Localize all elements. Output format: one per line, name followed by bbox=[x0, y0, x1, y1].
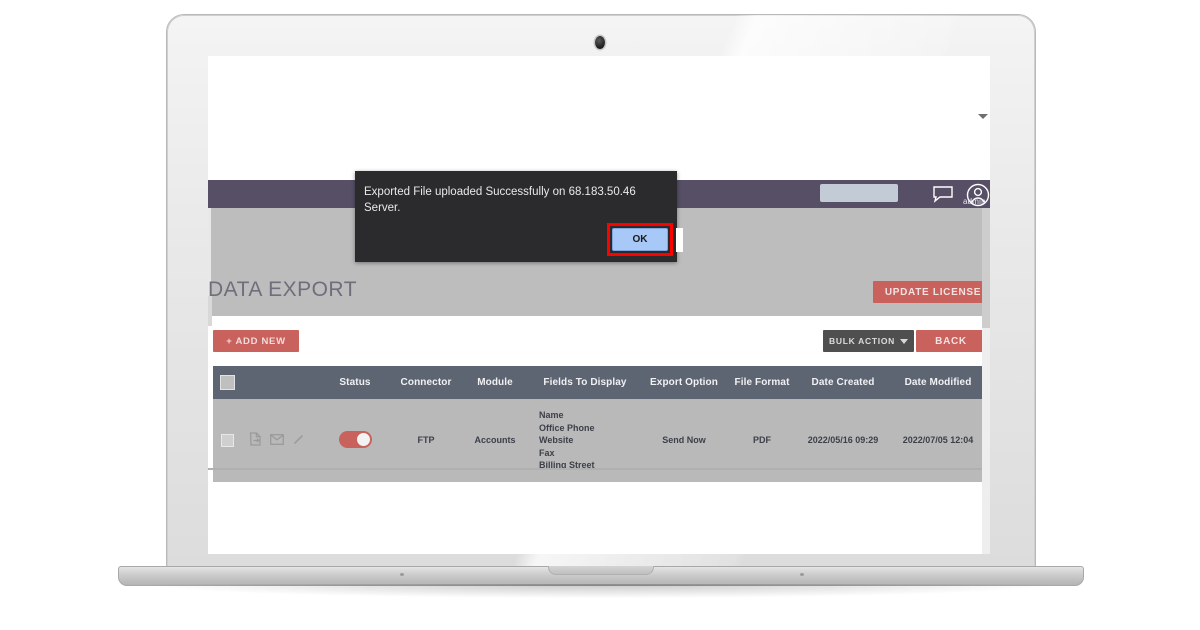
laptop-screen: admin DATA EXPORT + ADD NEW UPDATE LICEN… bbox=[208, 56, 990, 554]
module-header: Module bbox=[477, 377, 513, 388]
connector-header: Connector bbox=[400, 377, 452, 388]
laptop-base-notch bbox=[548, 566, 654, 575]
success-dialog: Exported File uploaded Successfully on 6… bbox=[355, 171, 677, 262]
select-all-checkbox[interactable] bbox=[219, 375, 235, 390]
update-license-button[interactable]: UPDATE LICENSE bbox=[873, 281, 990, 303]
laptop-shadow bbox=[150, 584, 1050, 598]
laptop-mockup: admin DATA EXPORT + ADD NEW UPDATE LICEN… bbox=[0, 0, 1200, 630]
dialog-ok-button[interactable]: OK bbox=[612, 228, 668, 251]
dialog-edge-scroll-marker bbox=[676, 228, 683, 252]
status-toggle[interactable] bbox=[338, 430, 372, 448]
field-item: Fax bbox=[539, 447, 555, 458]
camera-dot-icon bbox=[595, 36, 605, 49]
field-item: Name bbox=[539, 410, 564, 420]
status-header: Status bbox=[339, 377, 371, 388]
left-scroll-marker bbox=[208, 296, 212, 326]
field-item: Website bbox=[539, 435, 574, 445]
back-button[interactable]: BACK bbox=[916, 330, 986, 352]
table-header-row: Status Connector Module Fields To Displa… bbox=[213, 366, 987, 399]
export-option-header: Export Option bbox=[650, 377, 718, 388]
fields-to-display-header: Fields To Display bbox=[543, 377, 627, 388]
app-viewport: admin DATA EXPORT + ADD NEW UPDATE LICEN… bbox=[208, 56, 990, 554]
add-new-button[interactable]: + ADD NEW bbox=[213, 330, 299, 352]
page-title: DATA EXPORT bbox=[208, 278, 358, 301]
data-export-table: Status Connector Module Fields To Displa… bbox=[213, 366, 987, 482]
select-all-header[interactable] bbox=[213, 366, 241, 399]
pencil-edit-icon[interactable] bbox=[292, 433, 305, 448]
bulk-action-button[interactable]: BULK ACTION bbox=[823, 330, 914, 352]
file-format-header: File Format bbox=[734, 377, 790, 388]
field-item: Office Phone bbox=[539, 422, 595, 433]
laptop-base-dot bbox=[800, 573, 804, 576]
navbar-button[interactable] bbox=[820, 184, 898, 202]
chat-bubble-icon[interactable] bbox=[932, 185, 954, 203]
bulk-action-label: BULK ACTION bbox=[829, 336, 895, 346]
date-created-header: Date Created bbox=[811, 377, 875, 388]
date-modified-header: Date Modified bbox=[904, 377, 972, 388]
toggle-knob bbox=[356, 432, 370, 446]
laptop-base-dot bbox=[400, 573, 404, 576]
content-bottom-edge bbox=[208, 468, 990, 470]
navbar-username: admin bbox=[963, 197, 986, 206]
dialog-message: Exported File uploaded Successfully on 6… bbox=[364, 186, 636, 214]
chevron-down-icon[interactable] bbox=[978, 114, 988, 119]
export-file-icon[interactable] bbox=[249, 432, 262, 448]
vertical-scrollbar-thumb[interactable] bbox=[982, 208, 990, 328]
actions-header bbox=[241, 366, 319, 399]
chevron-down-icon bbox=[899, 338, 908, 344]
row-checkbox[interactable] bbox=[220, 433, 234, 447]
envelope-icon[interactable] bbox=[270, 433, 284, 447]
